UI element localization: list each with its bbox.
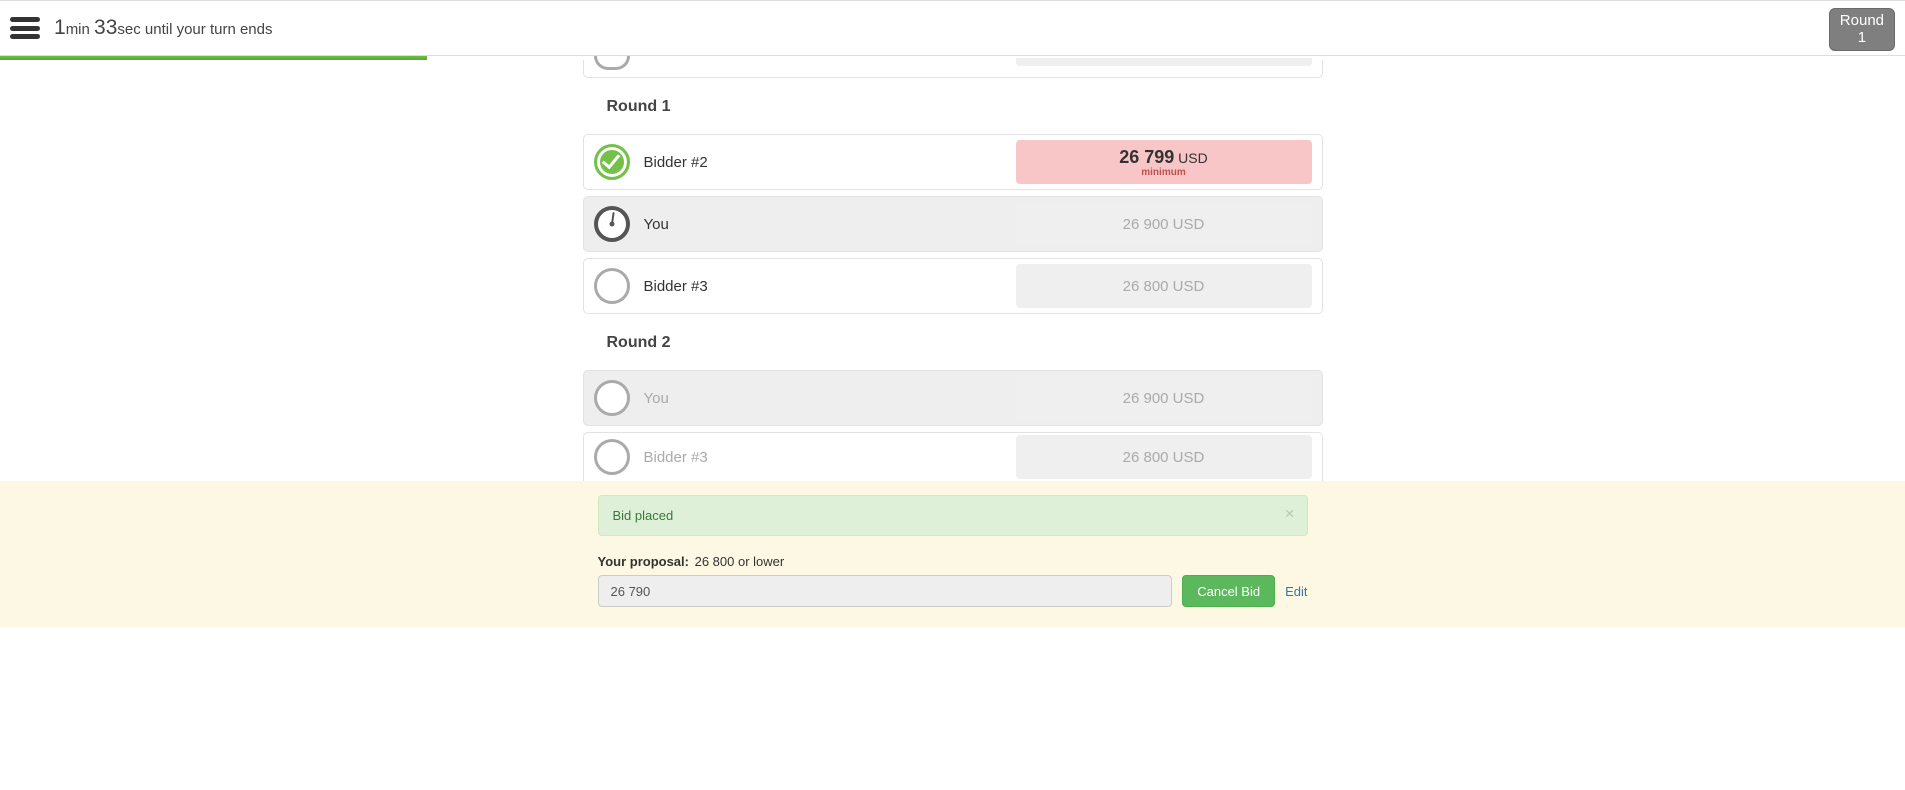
previous-card-fragment (583, 60, 1323, 78)
bidder-name: You (644, 216, 944, 233)
bid-placed-alert: Bid placed × (598, 495, 1308, 536)
bidder-name: Bidder #2 (644, 154, 944, 171)
alert-text: Bid placed (613, 508, 674, 523)
bidder-name: You (644, 390, 944, 407)
bid-row: Bidder #2 26 799 USDminimum (583, 134, 1323, 190)
timer-seconds: 33 (94, 16, 117, 39)
round-badge: Round 1 (1829, 8, 1895, 51)
proposal-label-line: Your proposal: 26 800 or lower (598, 554, 1308, 569)
bid-row: Bidder #3 26 800 USD (583, 258, 1323, 314)
bid-row: You 26 900 USD (583, 370, 1323, 426)
status-circle-icon (594, 380, 630, 416)
edit-link[interactable]: Edit (1285, 584, 1307, 599)
cancel-bid-button[interactable]: Cancel Bid (1182, 575, 1275, 607)
round-heading: Round 2 (583, 320, 1323, 370)
bid-amount: 26 800 USD (1016, 435, 1312, 479)
bids-content: Round 1 Bidder #2 26 799 USDminimum You 26 9… (583, 60, 1323, 481)
bid-footer: Bid placed × Your proposal: 26 800 or lo… (0, 481, 1905, 627)
status-circle-icon (594, 56, 630, 70)
check-circle-icon (594, 144, 630, 180)
clock-icon (594, 206, 630, 242)
bid-amount: 26 799 USDminimum (1016, 140, 1312, 184)
minimum-label: minimum (1141, 167, 1185, 178)
bidder-name: Bidder #3 (644, 449, 944, 466)
bid-amount: 26 900 USD (1016, 376, 1312, 420)
round-badge-value: 1 (1840, 29, 1884, 46)
bid-amount: 26 800 USD (1016, 264, 1312, 308)
round-heading: Round 1 (583, 84, 1323, 134)
close-icon[interactable]: × (1285, 505, 1295, 522)
bid-amount: 26 900 USD (1016, 202, 1312, 246)
status-circle-icon (594, 439, 630, 475)
status-circle-icon (594, 268, 630, 304)
bid-input: 26 790 (598, 575, 1173, 607)
bid-row: You 26 900 USD (583, 196, 1323, 252)
bid-row: Bidder #3 26 800 USD (583, 432, 1323, 481)
header-bar: 1min 33sec until your turn ends Round 1 (0, 0, 1905, 56)
timer-minutes: 1 (54, 16, 66, 39)
turn-timer: 1min 33sec until your turn ends (54, 16, 272, 40)
bidder-name: Bidder #3 (644, 278, 944, 295)
menu-icon[interactable] (10, 17, 40, 39)
round-badge-label: Round (1840, 12, 1884, 29)
